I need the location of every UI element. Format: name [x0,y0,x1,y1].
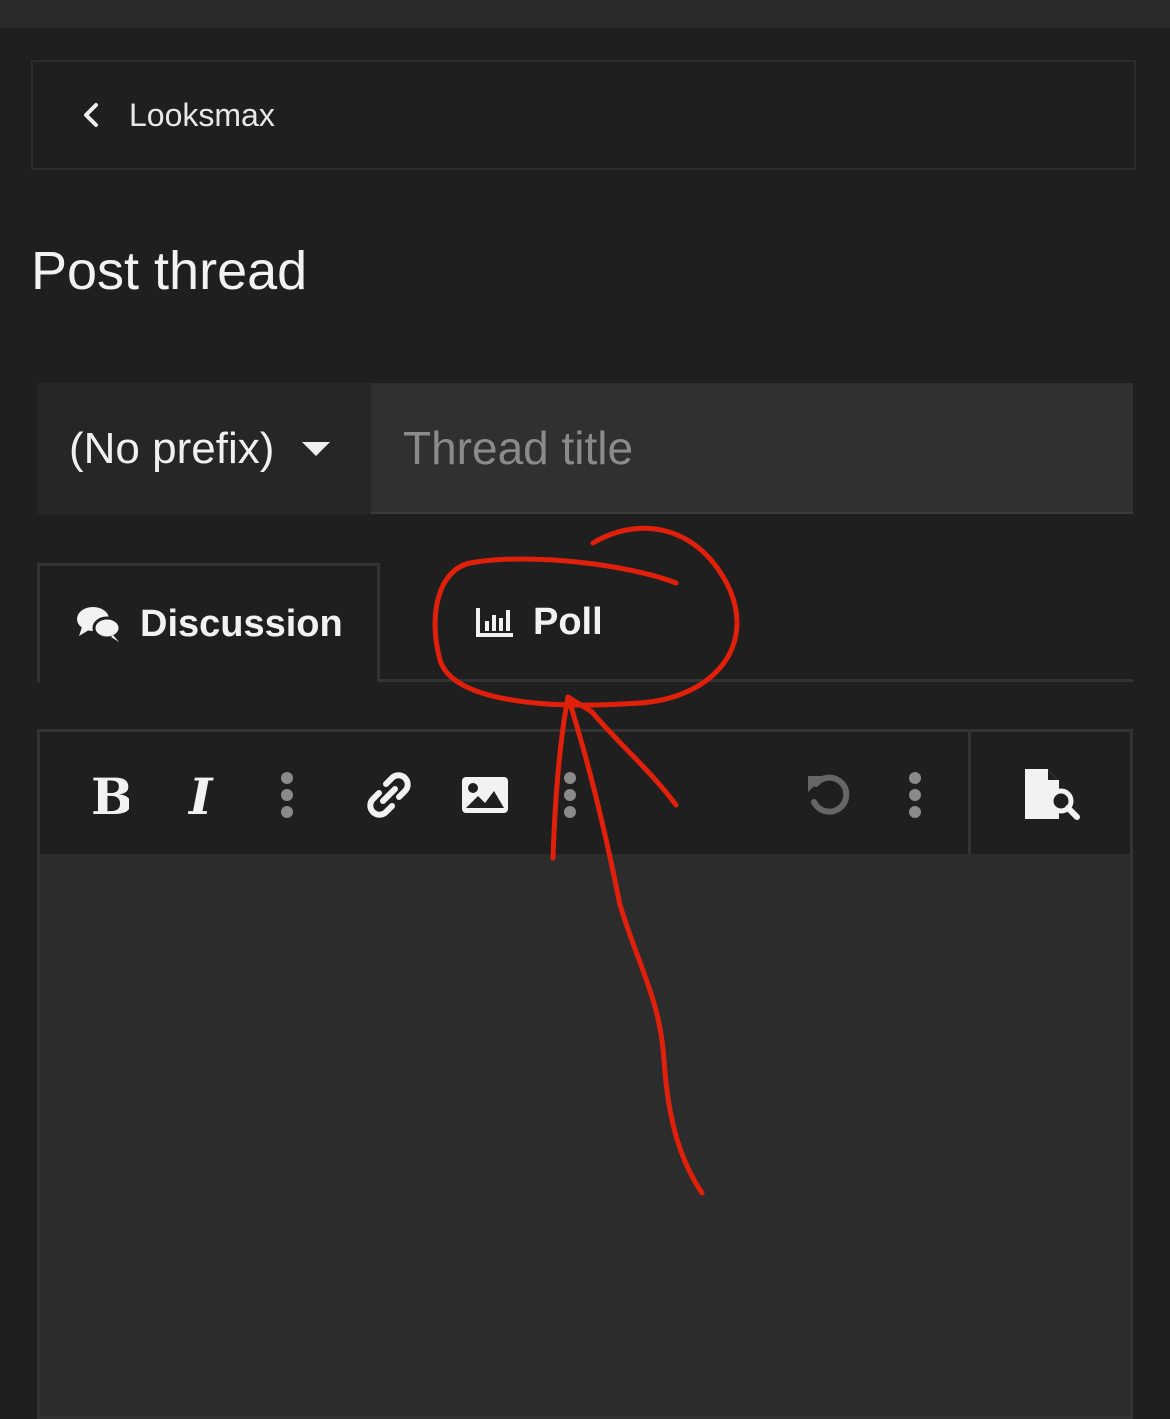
more-options-button[interactable] [545,770,595,820]
more-options-icon [564,772,576,818]
thread-title-input[interactable] [371,383,1133,514]
breadcrumb[interactable]: Looksmax [31,60,1136,170]
prefix-value: (No prefix) [69,423,275,473]
preview-button[interactable] [1020,769,1086,820]
link-button[interactable] [364,770,414,820]
chevron-left-icon [84,103,98,127]
bold-button[interactable]: B [84,770,134,820]
svg-text:I: I [187,772,214,818]
breadcrumb-label: Looksmax [129,96,275,133]
top-bar [0,0,1170,28]
italic-button[interactable]: I [178,770,228,820]
more-options-icon [909,772,921,818]
message-editor[interactable]: B I [37,729,1133,1419]
editor-toolbar: B I [40,732,1130,854]
bold-icon: B [91,772,129,818]
link-icon [367,772,411,818]
page-title: Post thread [31,241,308,301]
more-options-icon [281,772,293,818]
tab-discussion[interactable]: Discussion [37,563,380,682]
image-button[interactable] [460,770,510,820]
tab-poll[interactable]: Poll [475,563,675,681]
undo-icon [808,774,850,815]
toolbar-separator [968,732,971,854]
tab-poll-label: Poll [533,600,603,643]
caret-down-icon [302,441,331,456]
image-icon [462,777,508,813]
more-options-button[interactable] [262,770,312,820]
undo-button[interactable] [804,770,854,820]
preview-icon [1025,769,1080,820]
poll-chart-icon [475,605,515,639]
tab-discussion-label: Discussion [140,602,343,645]
more-options-button[interactable] [890,770,940,820]
svg-text:B: B [91,772,129,818]
italic-icon: I [187,772,214,818]
comments-icon [76,605,122,643]
prefix-select[interactable]: (No prefix) [37,383,371,514]
